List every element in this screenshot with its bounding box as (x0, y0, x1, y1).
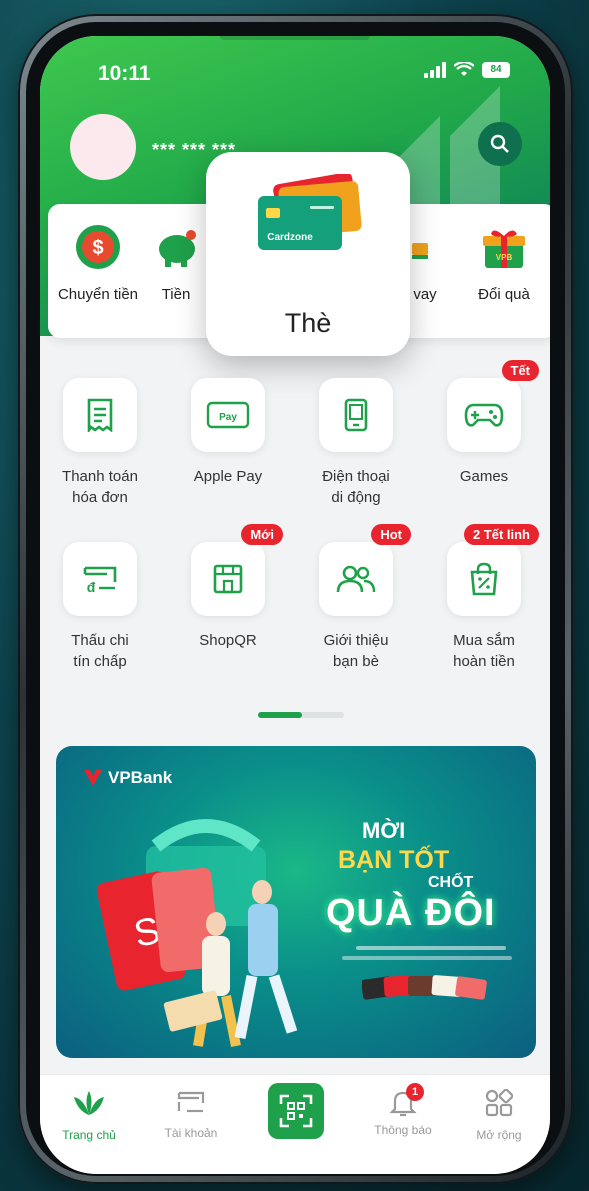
service-icon-box: Hot (319, 524, 411, 616)
quick-action-label: Chuyển tiền (57, 286, 139, 303)
tab-more[interactable]: Mở rộng (454, 1088, 544, 1142)
service-icon-box: 2 Tết linh (447, 524, 539, 616)
service-bill-payment[interactable]: Thanh toán hóa đơn (40, 378, 160, 508)
card-brand-text: Cardzone (267, 232, 313, 243)
shop-icon (213, 564, 243, 594)
notification-count-badge: 1 (406, 1083, 424, 1101)
promo-line-3: CHỐT (428, 874, 474, 891)
vpbank-logo: VPBank (82, 768, 172, 788)
service-icon-box: đ (63, 542, 137, 616)
tet-promo-badge: 2 Tết linh (463, 524, 539, 545)
tab-label: Tài khoản (164, 1126, 218, 1140)
service-label: Thấu chi tín chấp (71, 632, 129, 670)
account-icon (177, 1091, 205, 1113)
gamepad-icon (464, 403, 504, 427)
receipt-icon (87, 398, 113, 432)
tet-badge: Tết (501, 360, 539, 381)
service-label: ShopQR (199, 632, 257, 649)
status-time: 10:11 (98, 62, 151, 85)
service-shopqr[interactable]: Mới ShopQR (168, 524, 288, 651)
status-icons: 84 (424, 62, 510, 78)
promo-line-4: QUÀ ĐÔI (326, 892, 496, 934)
service-label: Điện thoại di động (322, 468, 390, 506)
avatar[interactable] (70, 114, 136, 180)
cards-fan-illustration (362, 975, 487, 1000)
service-mobile-topup[interactable]: Điện thoại di động (296, 378, 416, 508)
gift-icon: VPB (479, 222, 529, 272)
hot-badge: Hot (371, 524, 411, 545)
wifi-icon (454, 62, 474, 76)
apple-pay-icon: Pay (206, 401, 250, 429)
bottom-tab-bar: Trang chủ Tài khoản 1 Thông báo Mở rộng (40, 1074, 550, 1174)
search-icon (490, 134, 509, 153)
service-apple-pay[interactable]: Pay Apple Pay (168, 378, 288, 487)
vpbank-logo-icon (84, 770, 102, 786)
svg-text:đ: đ (87, 579, 96, 594)
promo-line-1: MỜI (362, 818, 406, 843)
svg-text:Pay: Pay (219, 412, 237, 423)
service-icon-box (63, 378, 137, 452)
gift-box-illustration: S (96, 819, 298, 1047)
service-label: Thanh toán hóa đơn (62, 468, 138, 506)
friends-icon (336, 565, 376, 593)
tab-label: Mở rộng (476, 1128, 522, 1142)
grid-more-icon (485, 1088, 514, 1117)
card-credit-icon: đ (83, 566, 117, 594)
tab-label: Trang chủ (62, 1128, 116, 1142)
qr-scan-icon (279, 1094, 313, 1128)
service-icon-box (319, 378, 393, 452)
promo-fine-print (342, 956, 512, 960)
qr-scan-button[interactable] (268, 1083, 324, 1139)
quick-action-transfer[interactable]: $ Chuyển tiền (48, 222, 148, 303)
service-cashback-shopping[interactable]: 2 Tết linh Mua sắm hoàn tiền (424, 524, 544, 672)
quick-action-label: Đổi quà (478, 286, 530, 303)
app-screen: 10:11 84 *** *** *** $ Chuyển tiền Tiền … (40, 36, 550, 1174)
tab-notifications[interactable]: 1 Thông báo (358, 1083, 448, 1137)
promo-fine-print (356, 946, 506, 950)
phone-icon (344, 398, 368, 432)
tab-account[interactable]: Tài khoản (146, 1089, 236, 1140)
page-indicator (258, 712, 344, 718)
quick-action-savings[interactable]: Tiền (146, 222, 206, 303)
card-popup[interactable]: Cardzone Thè (206, 152, 410, 356)
service-label: Giới thiệu bạn bè (323, 632, 389, 670)
search-button[interactable] (478, 122, 522, 166)
service-label: Games (459, 468, 509, 485)
promo-banner[interactable]: VPBank S MỜI BẠN TỐT CHỐT QUÀ ĐÔI (56, 746, 536, 1058)
home-leaf-icon (74, 1091, 104, 1115)
tab-home[interactable]: Trang chủ (44, 1089, 134, 1142)
quick-action-label: Tiền (161, 286, 191, 303)
quick-action-rewards[interactable]: VPB Đổi quà (454, 222, 550, 303)
service-label: Apple Pay (193, 468, 263, 485)
service-label: Mua sắm hoàn tiền (453, 632, 515, 670)
credit-cards-icon: Cardzone (258, 174, 362, 250)
notch (220, 36, 370, 40)
service-refer-friends[interactable]: Hot Giới thiệu bạn bè (296, 524, 416, 672)
svg-text:VPB: VPB (496, 253, 513, 262)
new-badge: Mới (241, 524, 283, 545)
signal-icon (424, 62, 446, 78)
service-overdraft[interactable]: đ Thấu chi tín chấp (40, 542, 160, 672)
promo-line-2: BẠN TỐT (338, 846, 450, 874)
popup-label: Thè (284, 308, 332, 338)
service-icon-box: Tết (447, 360, 539, 452)
service-icon-box: Mới (191, 524, 283, 616)
vpbank-brand-text: VPBank (108, 768, 173, 787)
page-indicator-active (258, 712, 302, 718)
service-icon-box: Pay (191, 378, 265, 452)
battery-icon: 84 (482, 62, 510, 78)
tab-label: Thông báo (374, 1123, 432, 1137)
shopping-bag-icon (470, 562, 498, 596)
dollar-transfer-icon: $ (73, 222, 123, 272)
service-games[interactable]: Tết Games (424, 360, 544, 487)
piggy-bank-icon (151, 222, 201, 272)
svg-text:$: $ (92, 237, 103, 259)
